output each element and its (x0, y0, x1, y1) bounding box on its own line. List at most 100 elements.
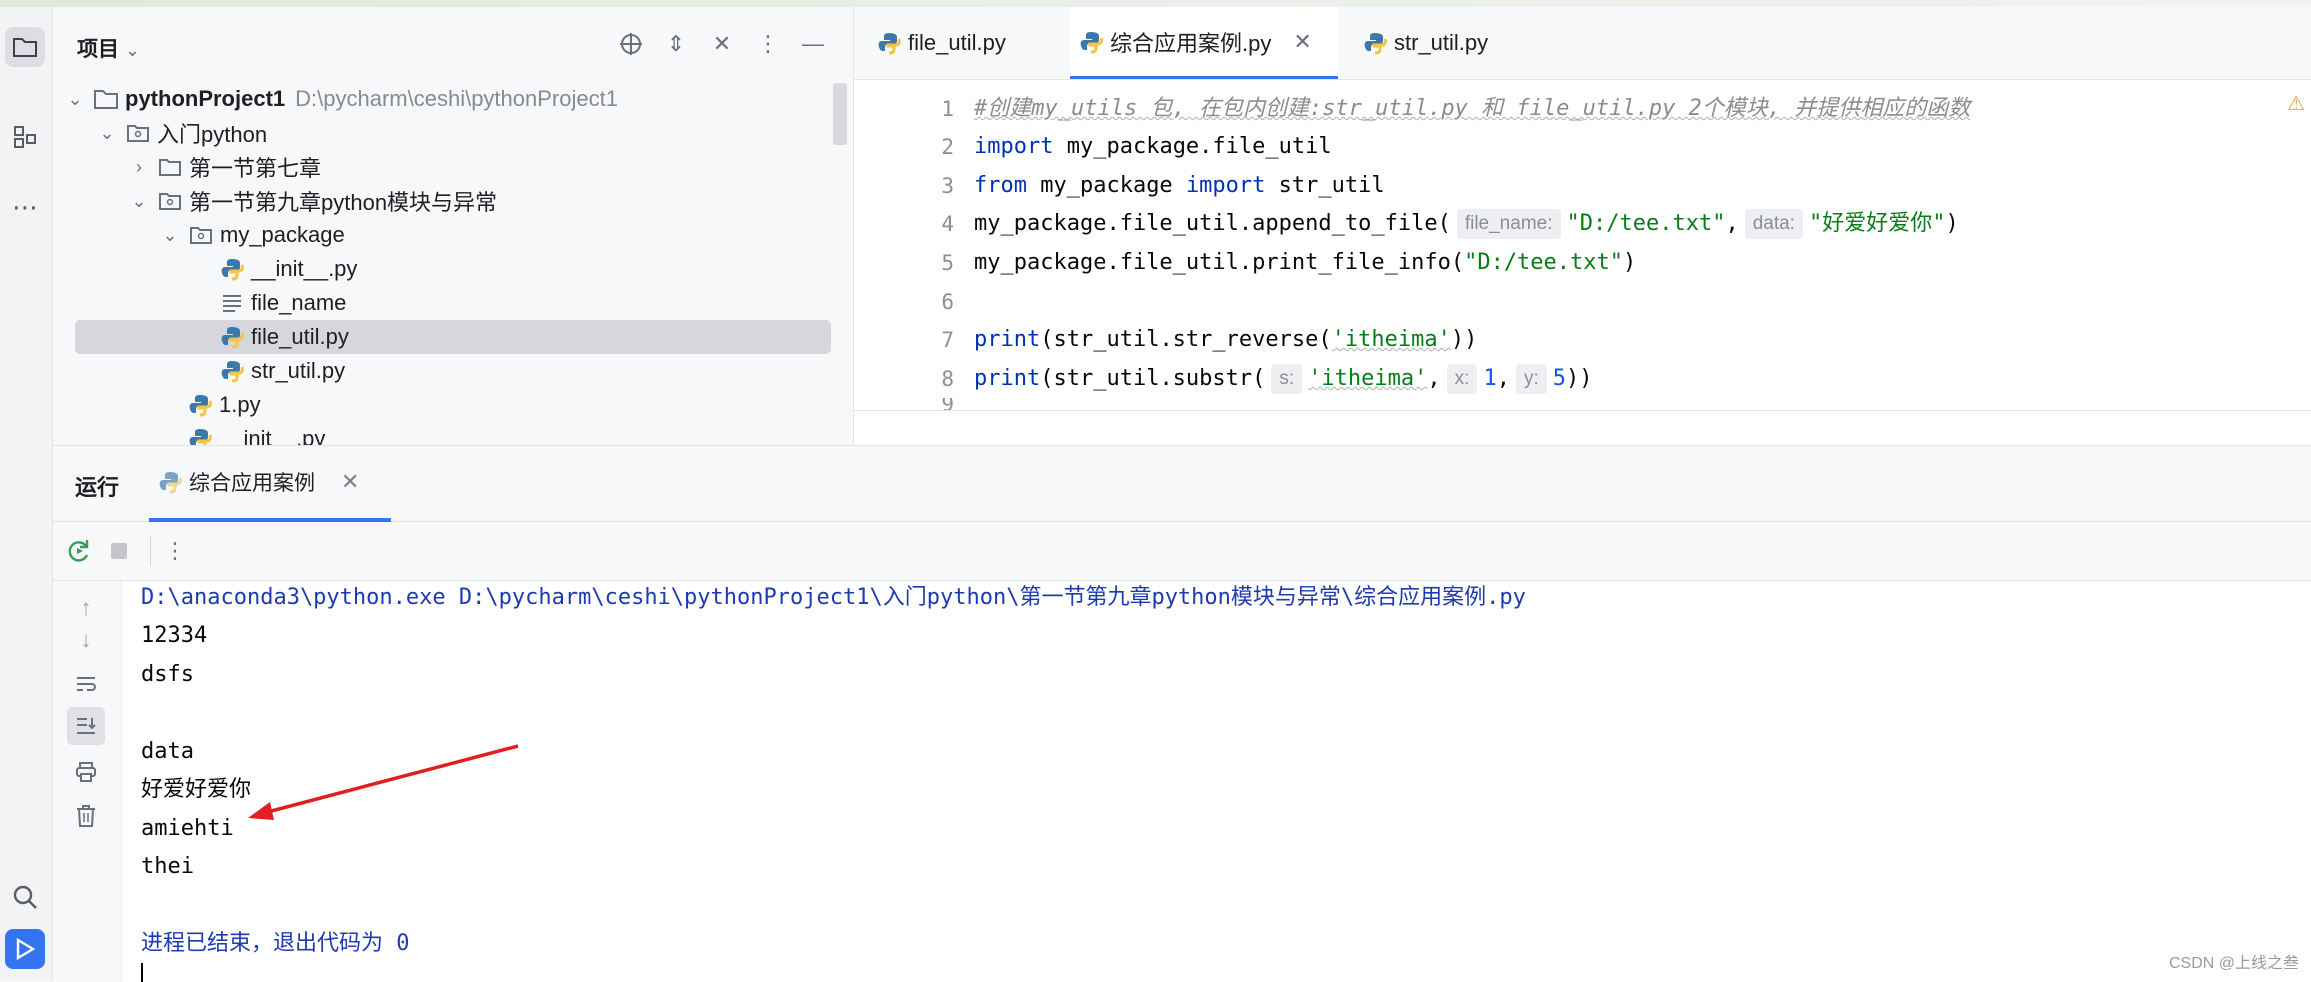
number-literal: 5 (1552, 366, 1566, 391)
chevron-down-icon[interactable]: ⌄ (65, 89, 85, 110)
text-cursor (141, 963, 143, 982)
code-text: , (1427, 366, 1441, 391)
line-number: 6 (941, 290, 954, 314)
console-exit-message: 进程已结束，退出代码为 0 (141, 931, 410, 956)
tab-label: 综合应用案例.py (1110, 30, 1272, 56)
stop-icon[interactable] (103, 535, 135, 567)
search-tool-button[interactable] (5, 877, 45, 917)
console-side-tools: ↑ ↓ (53, 581, 122, 982)
tab-str-util-py[interactable]: str_util.py (1354, 7, 1554, 79)
line-number: 9 (941, 398, 954, 410)
parameter-hint: y: (1515, 364, 1547, 394)
project-tool-button[interactable] (5, 27, 45, 67)
python-file-icon (1362, 30, 1388, 56)
more-tools-icon[interactable]: ⋯ (5, 187, 45, 227)
more-options-icon[interactable]: ⋮ (159, 535, 191, 567)
project-panel: 项目 ⌄ ⇕ ✕ ⋮ — ⌄ pythonProject1 D:\pycharm… (53, 7, 854, 445)
line-number: 7 (941, 328, 954, 352)
number-literal: 1 (1483, 366, 1497, 391)
code-text: my_package.file_util.print_file_info( (974, 250, 1465, 275)
python-file-icon (187, 392, 213, 418)
tree-item-chapter-7[interactable]: › 第一节第七章 (129, 150, 853, 184)
line-number: 5 (941, 251, 954, 275)
tab-zonghe-anli-py[interactable]: 综合应用案例.py ✕ (1070, 7, 1338, 79)
tree-item-1-py[interactable]: 1.py (179, 388, 853, 422)
code-line-7: print(str_util.str_reverse('itheima')) (974, 321, 1477, 359)
tree-item-label: __init__.py (251, 256, 358, 281)
folder-icon (93, 86, 119, 112)
code-line-2: import my_package.file_util (974, 128, 1332, 166)
close-tab-icon[interactable]: ✕ (1293, 29, 1311, 55)
keyword: import (974, 134, 1054, 159)
options-icon[interactable]: ⋮ (753, 29, 783, 59)
expand-all-icon[interactable]: ⇕ (661, 29, 691, 59)
tree-item-file-name[interactable]: file_name (211, 286, 853, 320)
string-literal: 'itheima' (1331, 327, 1451, 352)
project-panel-title[interactable]: 项目 ⌄ (77, 33, 140, 63)
tree-item-file-util-py[interactable]: file_util.py (75, 320, 831, 354)
tree-item-my-package[interactable]: ⌄ my_package (160, 218, 853, 252)
close-tab-icon[interactable]: ✕ (341, 469, 359, 495)
tree-item-rumen-python[interactable]: ⌄ 入门python (97, 116, 853, 150)
project-panel-header: 项目 ⌄ ⇕ ✕ ⋮ — (53, 7, 853, 83)
code-area[interactable]: #创建my_utils 包, 在包内创建:str_util.py 和 file_… (974, 80, 2274, 410)
chevron-down-icon[interactable]: ⌄ (129, 191, 149, 212)
run-toolbar: ⋮ (53, 522, 2311, 581)
code-line-1: #创建my_utils 包, 在包内创建:str_util.py 和 file_… (974, 90, 1970, 128)
code-text: (str_util.substr( (1040, 366, 1266, 391)
soft-wrap-icon[interactable] (67, 665, 105, 703)
code-text: )) (1450, 327, 1478, 352)
console-line: data (141, 739, 194, 764)
tree-item-label: 第一节第九章python模块与异常 (189, 190, 498, 215)
warning-icon[interactable]: ⚠ (2287, 91, 2305, 116)
chevron-right-icon[interactable]: › (129, 157, 149, 178)
python-file-icon (187, 426, 213, 445)
structure-tool-button[interactable] (5, 117, 45, 157)
code-text: )) (1565, 366, 1593, 391)
hide-panel-icon[interactable]: — (798, 29, 828, 59)
watermark: CSDN @上线之叁 (2168, 955, 2299, 972)
tree-item-init-py[interactable]: __init__.py (211, 252, 853, 286)
tab-file-util-py[interactable]: file_util.py (868, 7, 1068, 79)
parameter-hint: data: (1744, 209, 1803, 239)
collapse-all-icon[interactable]: ✕ (707, 29, 737, 59)
parameter-hint: x: (1446, 364, 1478, 394)
line-number: 1 (941, 97, 954, 121)
code-line-8: print(str_util.substr(s:'itheima', x: 1, y:… (974, 360, 1592, 398)
code-text: my_package.file_util (1053, 134, 1332, 159)
toolbar-divider (150, 536, 151, 566)
line-number-gutter: 1 2 3 4 5 6 7 8 9 (854, 80, 954, 410)
text-file-icon (219, 290, 245, 316)
chevron-down-icon[interactable]: ⌄ (97, 123, 117, 144)
locate-icon[interactable] (616, 29, 646, 59)
python-file-icon (219, 324, 245, 350)
print-icon[interactable] (67, 753, 105, 791)
structure-icon (14, 126, 36, 148)
scroll-to-end-icon[interactable] (67, 707, 105, 745)
tree-item-init-py-2[interactable]: __init__.py (179, 422, 853, 445)
package-folder-icon (125, 120, 151, 146)
tree-item-pythonproject1[interactable]: ⌄ pythonProject1 D:\pycharm\ceshi\python… (65, 82, 853, 116)
tree-item-label: my_package (220, 222, 345, 247)
line-number: 2 (941, 135, 954, 159)
tree-scrollbar[interactable] (833, 83, 847, 145)
code-text: (str_util.str_reverse( (1040, 327, 1332, 352)
console-line: thei (141, 854, 194, 879)
editor-tabs: file_util.py 综合应用案例.py ✕ str_util.py (854, 7, 2311, 80)
string-literal: 'itheima' (1308, 366, 1428, 391)
run-panel-header: 运行 综合应用案例 ✕ (53, 446, 2311, 522)
python-file-icon (219, 358, 245, 384)
tree-item-str-util-py[interactable]: str_util.py (211, 354, 853, 388)
code-line-5: my_package.file_util.print_file_info("D:… (974, 244, 1636, 282)
trash-icon[interactable] (67, 797, 105, 835)
rerun-icon[interactable] (63, 535, 95, 567)
package-folder-icon (188, 222, 214, 248)
tab-label: file_util.py (908, 30, 1006, 55)
string-literal: "D:/tee.txt" (1464, 250, 1624, 275)
tree-item-chapter-9[interactable]: ⌄ 第一节第九章python模块与异常 (129, 184, 853, 218)
code-line-3: from my_package import str_util (974, 167, 1385, 205)
run-tab[interactable]: 综合应用案例 ✕ (149, 446, 391, 522)
run-tool-button[interactable] (5, 929, 45, 969)
chevron-down-icon[interactable]: ⌄ (160, 225, 180, 246)
arrow-down-icon[interactable]: ↓ (67, 621, 105, 659)
